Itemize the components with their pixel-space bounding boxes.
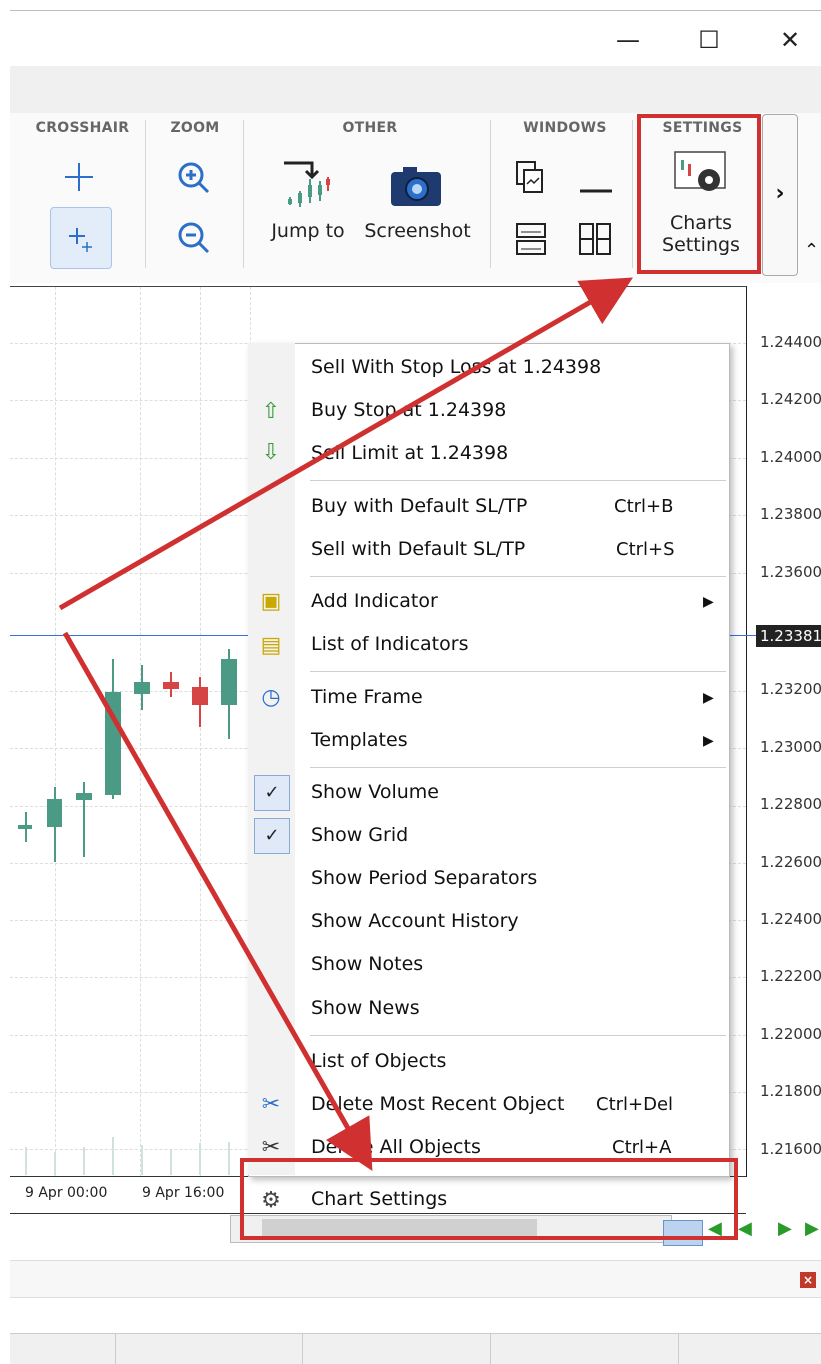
annotation-arrows [58, 277, 633, 1172]
